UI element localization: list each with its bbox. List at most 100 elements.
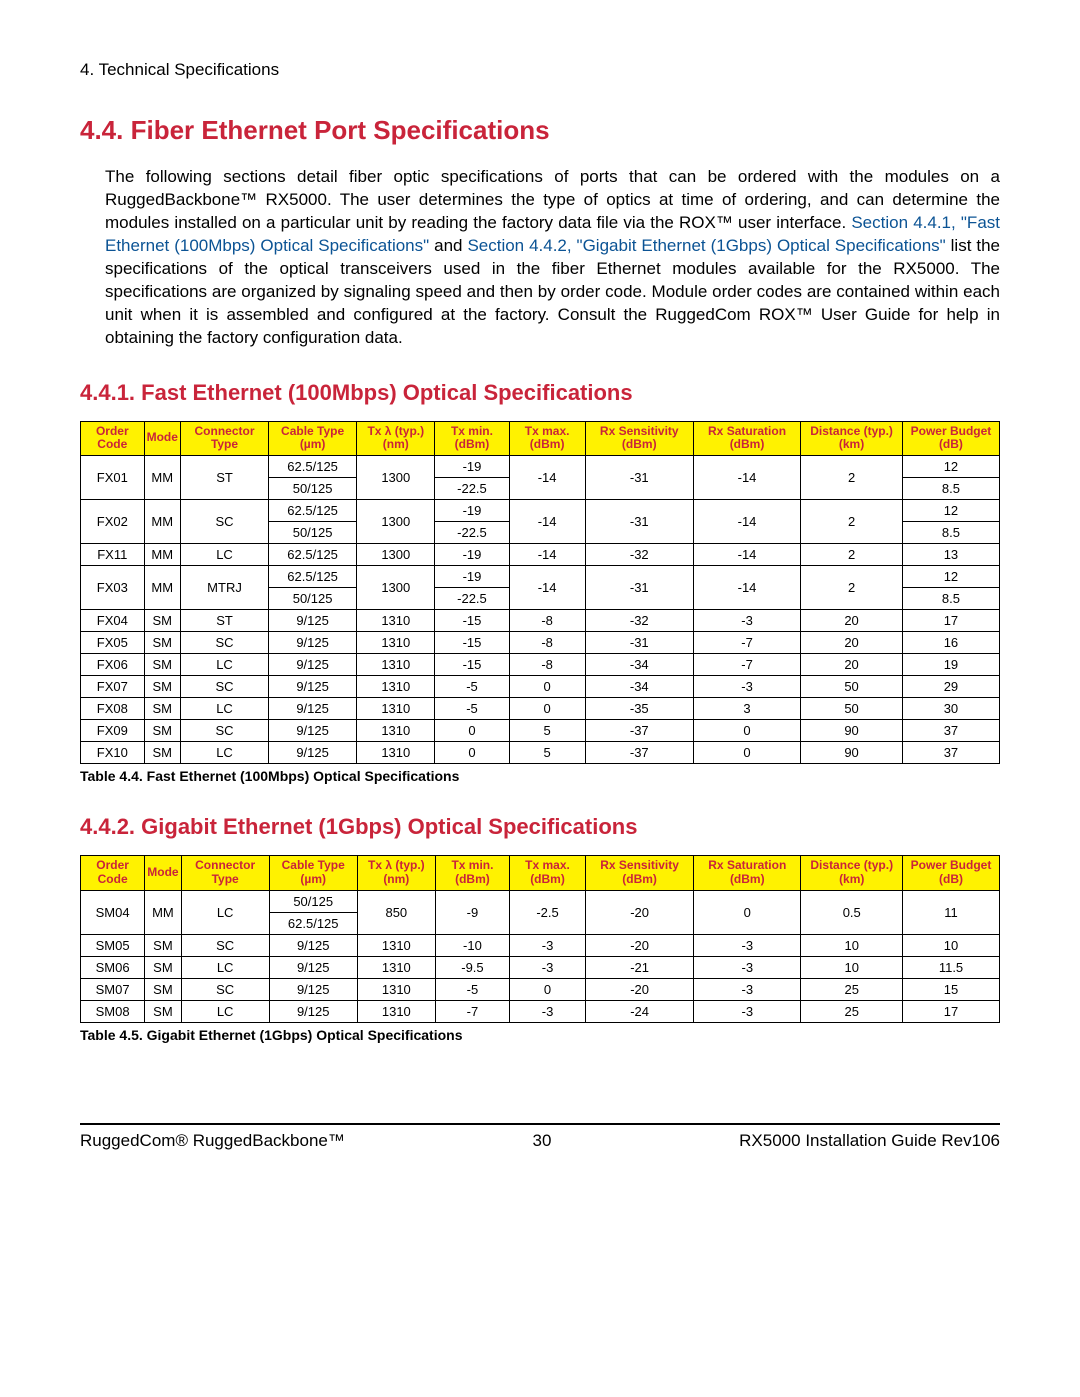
cell-tx_max: -8 [509, 654, 585, 676]
cell-pb: 30 [902, 698, 999, 720]
cell-tx_wl: 850 [357, 890, 435, 934]
cell-rx_sat: 0 [693, 742, 800, 764]
cell-mode: SM [144, 676, 180, 698]
cell-rx_sens: -35 [585, 698, 693, 720]
cell-pb: 16 [902, 632, 999, 654]
cell-rx_sens: -32 [585, 544, 693, 566]
cell-cable: 9/125 [269, 610, 357, 632]
table-row: FX11MMLC62.5/1251300-19-14-32-14213 [81, 544, 1000, 566]
cell-order: FX09 [81, 720, 145, 742]
cell-tx_min: -10 [435, 934, 509, 956]
cell-tx_max: -8 [509, 632, 585, 654]
cell-dist: 2 [801, 544, 903, 566]
cell-rx_sat: -7 [693, 654, 800, 676]
cell-mode: SM [145, 934, 181, 956]
section-title: 4.4. Fiber Ethernet Port Specifications [80, 115, 1000, 146]
cell-mode: SM [144, 610, 180, 632]
link-section-442[interactable]: Section 4.4.2, "Gigabit Ethernet (1Gbps)… [467, 236, 945, 255]
cell-conn: SC [180, 500, 268, 544]
cell-conn: LC [181, 890, 269, 934]
table-45-caption: Table 4.5. Gigabit Ethernet (1Gbps) Opti… [80, 1027, 1000, 1043]
cell-rx_sat: -3 [694, 956, 801, 978]
cell-tx_wl: 1310 [357, 698, 435, 720]
cell-cable: 9/125 [269, 1000, 357, 1022]
table-row: SM05SMSC9/1251310-10-3-20-31010 [81, 934, 1000, 956]
cell-order: FX07 [81, 676, 145, 698]
intro-text-b: and [429, 236, 467, 255]
table-row: FX07SMSC9/1251310-50-34-35029 [81, 676, 1000, 698]
cell-cable: 50/125 [269, 478, 357, 500]
cell-dist: 25 [801, 1000, 903, 1022]
cell-mode: SM [144, 654, 180, 676]
th-dist: Distance (typ.) (km) [801, 421, 903, 456]
cell-pb: 12 [902, 566, 999, 588]
th-rxsens: Rx Sensitivity (dBm) [586, 856, 694, 891]
cell-cable: 9/125 [269, 632, 357, 654]
cell-conn: SC [180, 676, 268, 698]
cell-rx_sens: -20 [586, 978, 694, 1000]
cell-mode: MM [144, 566, 180, 610]
th-txwl: Tx λ (typ.) (nm) [357, 856, 435, 891]
cell-tx_max: -3 [509, 1000, 585, 1022]
table-row: FX10SMLC9/125131005-3709037 [81, 742, 1000, 764]
cell-dist: 50 [801, 676, 903, 698]
cell-tx_wl: 1300 [357, 544, 435, 566]
cell-rx_sat: -7 [693, 632, 800, 654]
cell-rx_sat: -3 [694, 934, 801, 956]
cell-tx_wl: 1310 [357, 632, 435, 654]
cell-tx_wl: 1310 [357, 956, 435, 978]
cell-pb: 15 [903, 978, 1000, 1000]
cell-conn: LC [180, 698, 268, 720]
page-footer: RuggedCom® RuggedBackbone™ 30 RX5000 Ins… [80, 1123, 1000, 1151]
cell-tx_min: 0 [435, 742, 509, 764]
cell-order: FX08 [81, 698, 145, 720]
th-order: Order Code [81, 856, 145, 891]
cell-tx_min: -15 [435, 610, 509, 632]
cell-tx_wl: 1310 [357, 654, 435, 676]
cell-rx_sens: -31 [585, 566, 693, 610]
cell-mode: MM [144, 456, 180, 500]
cell-tx_min: -22.5 [435, 522, 509, 544]
cell-order: FX01 [81, 456, 145, 500]
cell-tx_min: -9.5 [435, 956, 509, 978]
cell-cable: 9/125 [269, 676, 357, 698]
cell-dist: 90 [801, 742, 903, 764]
cell-tx_min: -19 [435, 544, 509, 566]
cell-dist: 10 [801, 956, 903, 978]
cell-mode: SM [144, 698, 180, 720]
cell-dist: 20 [801, 632, 903, 654]
gigabit-ethernet-table: Order Code Mode Connector Type Cable Typ… [80, 855, 1000, 1023]
cell-cable: 50/125 [269, 588, 357, 610]
cell-tx_min: -19 [435, 456, 509, 478]
cell-cable: 9/125 [269, 698, 357, 720]
cell-tx_min: -5 [435, 978, 509, 1000]
cell-pb: 12 [902, 500, 999, 522]
cell-rx_sat: 3 [693, 698, 800, 720]
th-conn: Connector Type [181, 856, 269, 891]
cell-conn: LC [181, 1000, 269, 1022]
cell-tx_max: 0 [509, 676, 585, 698]
cell-conn: SC [181, 934, 269, 956]
cell-tx_max: 0 [509, 978, 585, 1000]
cell-dist: 2 [801, 456, 903, 500]
cell-rx_sens: -31 [585, 500, 693, 544]
table-44-caption: Table 4.4. Fast Ethernet (100Mbps) Optic… [80, 768, 1000, 784]
cell-rx_sat: -3 [694, 978, 801, 1000]
cell-cable: 9/125 [269, 934, 357, 956]
th-rxsat: Rx Saturation (dBm) [694, 856, 801, 891]
subsection-441-title: 4.4.1. Fast Ethernet (100Mbps) Optical S… [80, 380, 1000, 406]
cell-cable: 62.5/125 [269, 456, 357, 478]
table-row: FX05SMSC9/1251310-15-8-31-72016 [81, 632, 1000, 654]
cell-pb: 11.5 [903, 956, 1000, 978]
cell-tx_max: 5 [509, 742, 585, 764]
cell-order: FX06 [81, 654, 145, 676]
intro-paragraph: The following sections detail fiber opti… [105, 166, 1000, 350]
cell-conn: SC [180, 632, 268, 654]
cell-mode: SM [144, 720, 180, 742]
cell-rx_sat: -3 [693, 676, 800, 698]
cell-tx_max: -14 [509, 500, 585, 544]
subsection-442-title: 4.4.2. Gigabit Ethernet (1Gbps) Optical … [80, 814, 1000, 840]
cell-dist: 20 [801, 654, 903, 676]
cell-mode: SM [144, 632, 180, 654]
th-pb: Power Budget (dB) [903, 856, 1000, 891]
